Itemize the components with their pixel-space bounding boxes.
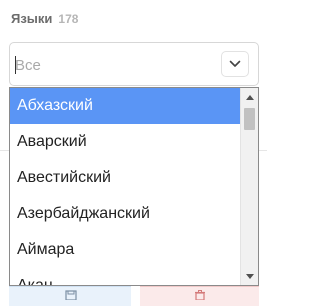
languages-header: Языки 178 [11, 11, 78, 31]
option-avar[interactable]: Аварский [10, 124, 240, 160]
option-abkhaz[interactable]: Абхазский [10, 88, 240, 124]
option-azerbaijani[interactable]: Азербайджанский [10, 196, 240, 232]
scroll-down-arrow-icon[interactable] [241, 269, 258, 283]
text-cursor [15, 56, 16, 74]
chevron-down-icon [229, 60, 241, 67]
save-icon [65, 290, 77, 300]
scrollbar-thumb[interactable] [244, 108, 255, 130]
delete-button[interactable] [140, 286, 259, 306]
language-select[interactable] [9, 42, 259, 86]
languages-label: Языки [11, 11, 53, 26]
scrollbar[interactable] [240, 88, 258, 285]
languages-count: 178 [58, 12, 79, 26]
divider-left [0, 150, 9, 151]
option-aymara[interactable]: Аймара [10, 232, 240, 268]
options-list: Абхазский Аварский Авестийский Азербайдж… [10, 88, 240, 285]
language-dropdown-list: Абхазский Аварский Авестийский Азербайдж… [9, 87, 259, 286]
option-akan[interactable]: Акан [10, 268, 240, 285]
scroll-up-arrow-icon[interactable] [241, 90, 258, 104]
divider-right [259, 150, 267, 151]
dropdown-toggle-button[interactable] [221, 51, 249, 77]
option-avestan[interactable]: Авестийский [10, 160, 240, 196]
save-button[interactable] [9, 286, 131, 306]
language-search-input[interactable] [15, 55, 205, 75]
trash-icon [195, 290, 205, 300]
